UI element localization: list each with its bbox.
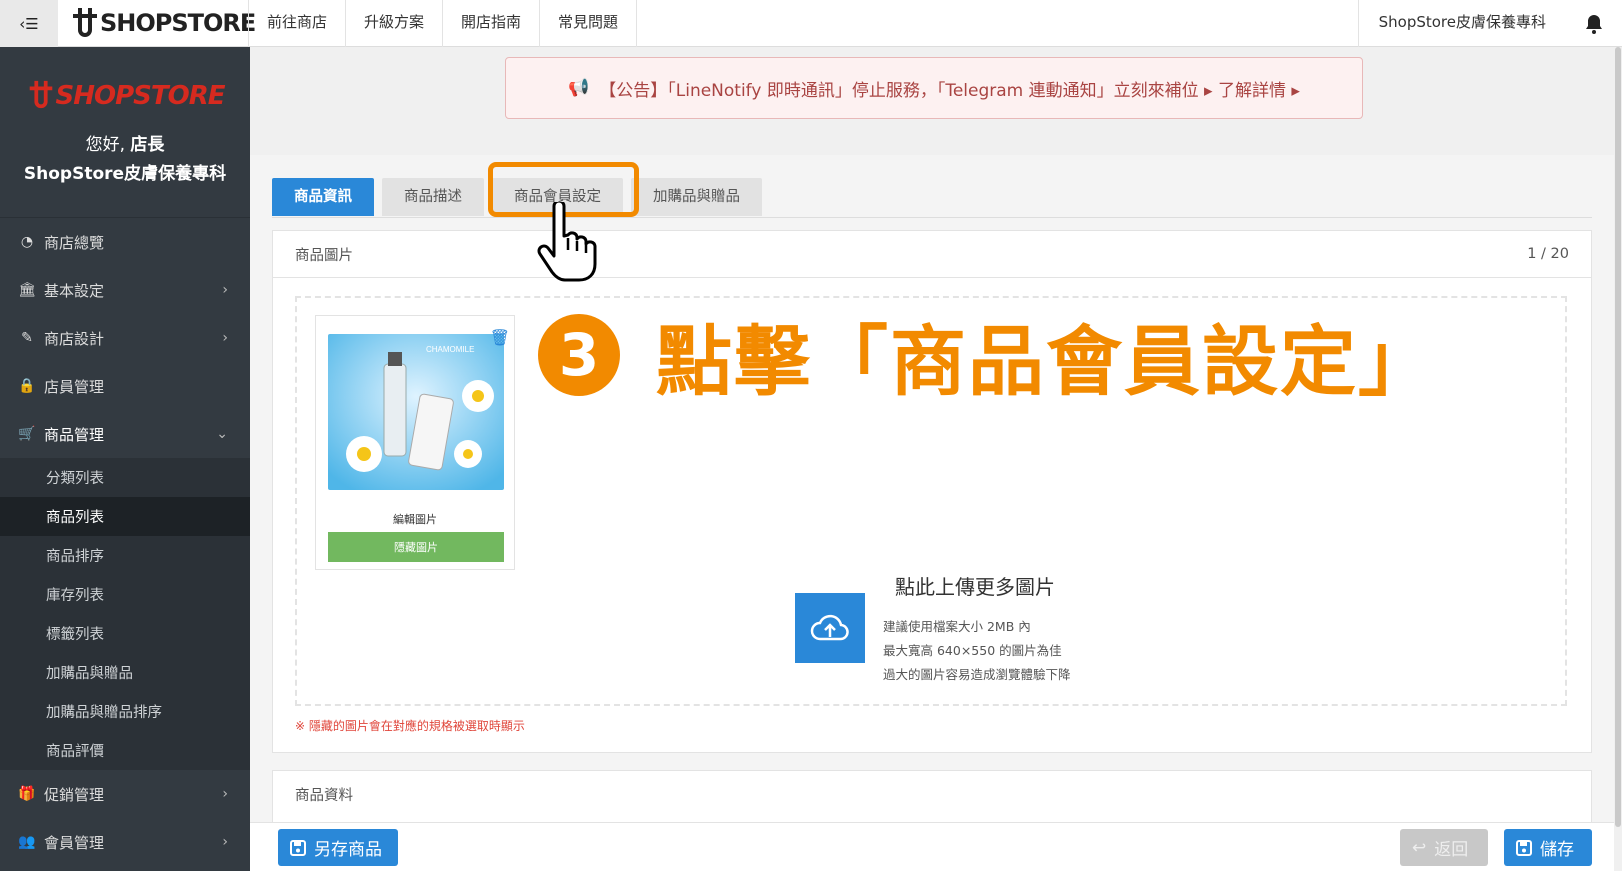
image-count: 1 / 20 [1527,246,1569,262]
save-button[interactable]: 儲存 [1504,829,1592,866]
edit-image-link[interactable]: 編輯圖片 [316,511,514,527]
users-icon: 👥 [18,834,36,850]
sidebar: SHOPSTORE 您好, 店長 ShopStore皮膚保養專科 ◔ 商店總覽 🏛… [0,47,250,871]
sidebar-menu: ◔ 商店總覽 🏛 基本設定 › ✎ 商店設計 › 🔒 店員管理 🛒 商品管理 ⌄ 分類列表… [0,217,250,866]
sidebar-item-basic-settings[interactable]: 🏛 基本設定 › [0,266,250,314]
product-image-card: CHAMOMILE 🗑 編輯圖片 隱藏圖片 [315,315,515,570]
announcement-banner[interactable]: 📢 【公告】「LineNotify 即時通訊」停止服務，「Telegram 連動… [505,57,1363,119]
sidebar-item-promotions[interactable]: 🎁 促銷管理 › [0,770,250,818]
upload-hint-size: 建議使用檔案大小 2MB 內 [883,619,1031,634]
sub-item-tags[interactable]: 標籤列表 [0,614,250,653]
nav-faq[interactable]: 常見問題 [539,0,638,47]
sub-item-addons-gifts-sort[interactable]: 加購品與贈品排序 [0,692,250,731]
lock-icon: 🔒 [18,378,36,394]
sub-item-categories[interactable]: 分類列表 [0,458,250,497]
brush-icon: ✎ [21,330,33,346]
store-name-menu[interactable]: ShopStore皮膚保養專科 [1357,0,1566,47]
notification-button[interactable] [1566,0,1622,47]
sidebar-logo[interactable]: SHOPSTORE [0,47,250,117]
chevron-right-icon: › [222,330,228,346]
floppy-icon [290,839,306,856]
upload-button[interactable] [795,593,865,663]
product-image: CHAMOMILE [328,334,504,490]
bank-icon: 🏛 [18,282,36,298]
menu-icon: ‹☰ [19,14,39,33]
sidebar-item-staff[interactable]: 🔒 店員管理 [0,362,250,410]
upload-hints: 建議使用檔案大小 2MB 內 最大寬高 640×550 的圖片為佳 過大的圖片容… [883,615,1071,687]
top-brand-text: SHOPSTORE [100,9,256,37]
panel-title: 商品資料 [295,788,353,804]
cloud-upload-icon [810,614,849,641]
trash-icon[interactable]: 🗑 [490,328,510,347]
sub-item-addons-gifts[interactable]: 加購品與贈品 [0,653,250,692]
chevron-right-icon: › [222,834,228,850]
hand-pointer-icon [536,199,598,286]
sidebar-item-products[interactable]: 🛒 商品管理 ⌄ [0,410,250,458]
hide-image-button[interactable]: 隱藏圖片 [328,532,504,562]
panel-header: 商品資料 [273,771,1591,818]
upload-hint-dimensions: 最大寬高 640×550 的圖片為佳 [883,643,1062,658]
top-right: ShopStore皮膚保養專科 [1357,0,1622,47]
step-annotation: 3 點擊「商品會員設定」 [538,300,1436,410]
upload-hint-warning: 過大的圖片容易造成瀏覽體驗下降 [883,667,1071,682]
user-role: 店長 [130,135,165,155]
dashboard-icon: ◔ [20,234,34,250]
step-number: 3 [538,314,620,396]
save-as-button[interactable]: 另存商品 [278,829,398,866]
footer-action-bar: 另存商品 ↩ 返回 儲存 [250,822,1620,871]
nav-upgrade[interactable]: 升級方案 [345,0,442,47]
page-scrollbar[interactable] [1614,47,1622,871]
back-button[interactable]: ↩ 返回 [1400,829,1488,866]
thumb-label: CHAMOMILE [426,345,474,354]
shopstore-logo-icon [29,80,52,109]
sidebar-store-name: ShopStore皮膚保養專科 [23,164,227,184]
sub-item-product-list[interactable]: 商品列表 [0,497,250,536]
sidebar-item-overview[interactable]: ◔ 商店總覽 [0,218,250,266]
products-submenu: 分類列表 商品列表 商品排序 庫存列表 標籤列表 加購品與贈品 加購品與贈品排序… [0,458,250,770]
announcement-text: 【公告】「LineNotify 即時通訊」停止服務，「Telegram 連動通知… [599,80,1300,101]
top-nav: 前往商店 升級方案 開店指南 常見問題 [248,0,638,47]
chevron-right-icon: › [222,786,228,802]
nav-guide[interactable]: 開店指南 [442,0,539,47]
nav-go-store[interactable]: 前往商店 [248,0,345,47]
sidebar-item-members[interactable]: 👥 會員管理 › [0,818,250,866]
megaphone-icon: 📢 [568,78,590,98]
tab-product-info[interactable]: 商品資訊 [272,178,374,216]
sub-item-product-sort[interactable]: 商品排序 [0,536,250,575]
sidebar-item-store-design[interactable]: ✎ 商店設計 › [0,314,250,362]
panel-header: 商品圖片 1 / 20 [273,231,1591,278]
floppy-icon [1516,839,1532,856]
cart-icon: 🛒 [18,426,36,442]
chevron-right-icon: › [222,282,228,298]
shopstore-logo-icon [73,8,97,37]
sub-item-reviews[interactable]: 商品評價 [0,731,250,770]
product-thumbnail[interactable]: CHAMOMILE [328,334,504,490]
panel-title: 商品圖片 [295,247,353,264]
sidebar-greeting: 您好, 店長 [85,135,165,155]
gift-icon: 🎁 [18,786,36,802]
main-content: 📢 【公告】「LineNotify 即時通訊」停止服務，「Telegram 連動… [250,47,1620,871]
tab-product-description[interactable]: 商品描述 [382,178,484,216]
upload-title: 點此上傳更多圖片 [895,575,1055,599]
top-logo[interactable]: SHOPSTORE [70,4,256,42]
product-tabs: 商品資訊 商品描述 商品會員設定 加購品與贈品 [272,178,1592,218]
sidebar-toggle-button[interactable]: ‹☰ [0,0,58,47]
chevron-down-icon: ⌄ [216,426,228,442]
undo-icon: ↩ [1412,837,1427,858]
top-bar: ‹☰ SHOPSTORE 前往商店 升級方案 開店指南 常見問題 ShopSto… [0,0,1622,47]
hidden-image-note: ※ 隱藏的圖片會在對應的規格被選取時顯示 [295,719,525,733]
bell-icon [1586,14,1602,34]
step-text: 點擊「商品會員設定」 [656,317,1436,406]
sidebar-brand-text: SHOPSTORE [55,81,226,111]
scrollbar-thumb[interactable] [1615,47,1621,827]
sub-item-inventory[interactable]: 庫存列表 [0,575,250,614]
tab-addons-gifts[interactable]: 加購品與贈品 [631,178,762,216]
